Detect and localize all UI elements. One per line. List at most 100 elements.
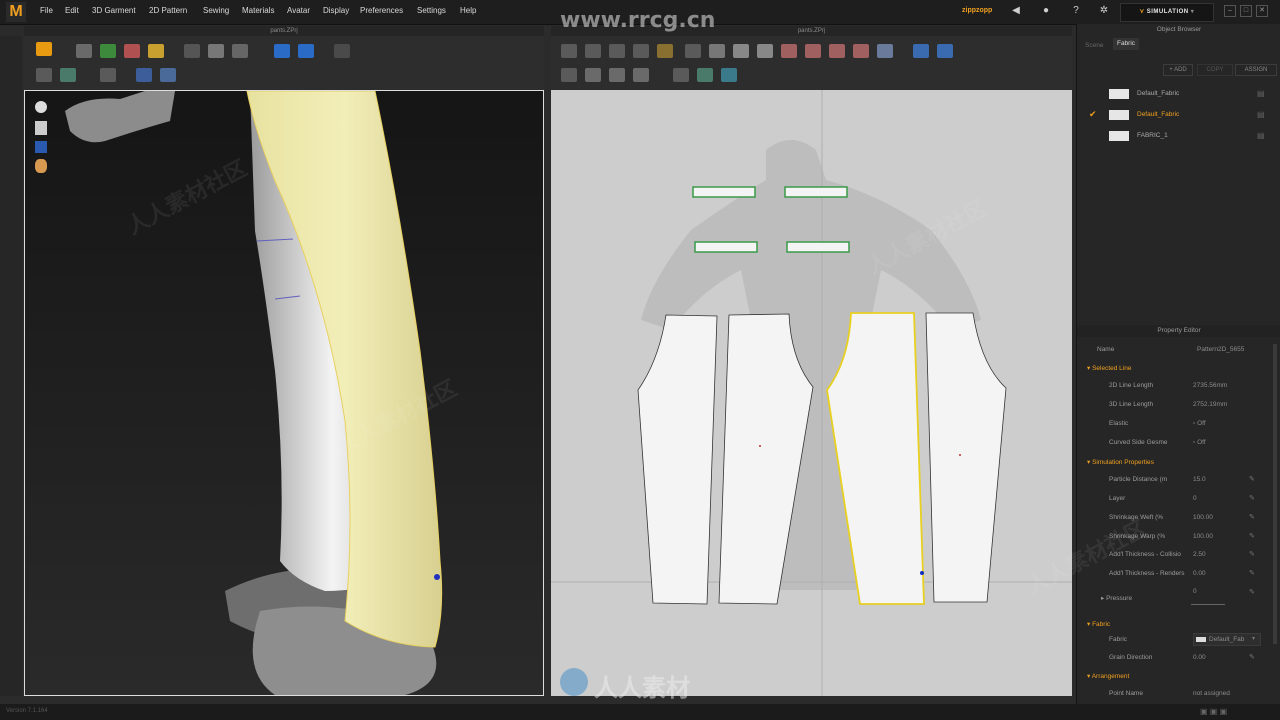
gear-icon[interactable]: ✲ bbox=[1098, 5, 1110, 17]
viewport-3d[interactable] bbox=[24, 90, 544, 696]
select-mesh-icon[interactable] bbox=[76, 44, 92, 58]
layer-value[interactable]: 0 bbox=[1193, 495, 1197, 502]
thickness-render-value[interactable]: 0.00 bbox=[1193, 570, 1206, 577]
move-garment-icon[interactable] bbox=[100, 44, 116, 58]
avatar-full-icon[interactable] bbox=[35, 121, 47, 135]
help-icon[interactable]: ? bbox=[1070, 5, 1082, 17]
square-icon[interactable] bbox=[733, 44, 749, 58]
edit-curve-icon[interactable] bbox=[609, 44, 625, 58]
maximize-button[interactable]: □ bbox=[1240, 5, 1252, 17]
point-icon[interactable] bbox=[136, 68, 152, 82]
trace-icon[interactable] bbox=[585, 68, 601, 82]
speaker-icon[interactable]: ◀ bbox=[1010, 5, 1022, 17]
dart-icon[interactable] bbox=[781, 44, 797, 58]
texture-icon[interactable] bbox=[274, 44, 290, 58]
pressure-label[interactable]: ▸ Pressure bbox=[1101, 594, 1132, 602]
fabric-select[interactable]: Default_Fab ▾ bbox=[1193, 633, 1261, 646]
name-value[interactable]: Pattern2D_5655 bbox=[1197, 346, 1244, 353]
layout-icon[interactable]: ▣ ▣ ▣ bbox=[1200, 707, 1227, 716]
simulation-properties-header[interactable]: ▾ Simulation Properties bbox=[1087, 458, 1154, 466]
line-2d-length-value[interactable]: 2735.56mm bbox=[1193, 382, 1227, 389]
menu-help[interactable]: Help bbox=[460, 6, 476, 15]
edit-icon[interactable]: ✎ bbox=[1249, 513, 1255, 521]
avatar-measure-icon[interactable] bbox=[334, 44, 350, 58]
menu-3d-garment[interactable]: 3D Garment bbox=[92, 6, 136, 15]
add-point-icon[interactable] bbox=[633, 44, 649, 58]
graphic-icon[interactable] bbox=[298, 44, 314, 58]
curved-side-value[interactable]: ▫ Off bbox=[1193, 439, 1206, 446]
thickness-collision-value[interactable]: 2.50 bbox=[1193, 551, 1206, 558]
edit-icon[interactable]: ✎ bbox=[1249, 532, 1255, 540]
simulation-mode-button[interactable]: ⋎ SIMULATION ▾ bbox=[1120, 3, 1214, 22]
elastic-value[interactable]: ▫ Off bbox=[1193, 420, 1206, 427]
point-name-value[interactable]: not assigned bbox=[1193, 690, 1230, 697]
line-3d-length-value[interactable]: 2752.19mm bbox=[1193, 401, 1227, 408]
internal-rect-icon[interactable] bbox=[805, 44, 821, 58]
measure-icon[interactable] bbox=[184, 44, 200, 58]
curve-point-icon[interactable] bbox=[657, 44, 673, 58]
fabric-menu-icon[interactable]: ▤ bbox=[1257, 89, 1265, 98]
assign-fabric-button[interactable]: ASSIGN bbox=[1235, 64, 1277, 76]
arrangement-header[interactable]: ▾ Arrangement bbox=[1087, 672, 1129, 680]
edit-icon[interactable]: ✎ bbox=[1249, 494, 1255, 502]
fold-garment-icon[interactable] bbox=[124, 44, 140, 58]
fabric-header[interactable]: ▾ Fabric bbox=[1087, 620, 1110, 628]
user-icon[interactable]: ● bbox=[1040, 5, 1052, 17]
tab-fabric[interactable]: Fabric bbox=[1113, 38, 1139, 50]
selected-point[interactable] bbox=[434, 574, 440, 580]
tape-icon[interactable] bbox=[232, 44, 248, 58]
selected-point-2d[interactable] bbox=[920, 571, 924, 575]
free-sewing-icon[interactable] bbox=[937, 44, 953, 58]
simulate-icon[interactable] bbox=[36, 42, 52, 56]
grade-icon[interactable] bbox=[673, 68, 689, 82]
skin-view-icon[interactable] bbox=[35, 159, 47, 173]
grid-icon[interactable] bbox=[60, 68, 76, 82]
polygon-icon[interactable] bbox=[685, 44, 701, 58]
viewport-2d[interactable] bbox=[551, 90, 1072, 696]
pin-icon[interactable] bbox=[148, 44, 164, 58]
fabric-menu-icon[interactable]: ▤ bbox=[1257, 131, 1265, 140]
edit-icon[interactable]: ✎ bbox=[1249, 588, 1255, 596]
internal-circle-icon[interactable] bbox=[829, 44, 845, 58]
menu-display[interactable]: Display bbox=[323, 6, 349, 15]
property-scrollbar[interactable] bbox=[1273, 344, 1277, 644]
minimize-button[interactable]: – bbox=[1224, 5, 1236, 17]
transform-icon[interactable] bbox=[36, 68, 52, 82]
brush-icon[interactable] bbox=[208, 44, 224, 58]
avatar-view-icon[interactable] bbox=[35, 101, 47, 113]
hole-icon[interactable] bbox=[853, 44, 869, 58]
pleat-icon[interactable] bbox=[633, 68, 649, 82]
arrange-icon[interactable] bbox=[100, 68, 116, 82]
baseline-icon[interactable] bbox=[721, 68, 737, 82]
offset-icon[interactable] bbox=[609, 68, 625, 82]
fabric-item[interactable]: FABRIC_1 ▤ bbox=[1077, 126, 1280, 146]
edit-pattern-icon[interactable] bbox=[585, 44, 601, 58]
add-fabric-button[interactable]: + ADD bbox=[1163, 64, 1193, 76]
edit-icon[interactable]: ✎ bbox=[1249, 475, 1255, 483]
transform-pattern-icon[interactable] bbox=[561, 44, 577, 58]
rectangle-icon[interactable] bbox=[709, 44, 725, 58]
selected-line-header[interactable]: ▾ Selected Line bbox=[1087, 364, 1131, 372]
segment-sewing-icon[interactable] bbox=[913, 44, 929, 58]
pressure-slider[interactable] bbox=[1191, 604, 1225, 605]
fabric-menu-icon[interactable]: ▤ bbox=[1257, 110, 1265, 119]
notch-icon[interactable] bbox=[877, 44, 893, 58]
copy-fabric-button[interactable]: COPY bbox=[1197, 64, 1233, 76]
menu-file[interactable]: File bbox=[40, 6, 53, 15]
layer-icon[interactable] bbox=[160, 68, 176, 82]
fabric-item[interactable]: ✔ Default_Fabric ▤ bbox=[1077, 105, 1280, 125]
shrinkage-warp-value[interactable]: 100.00 bbox=[1193, 533, 1213, 540]
edit-icon[interactable]: ✎ bbox=[1249, 569, 1255, 577]
menu-avatar[interactable]: Avatar bbox=[287, 6, 310, 15]
grain-direction-value[interactable]: 0.00 bbox=[1193, 654, 1206, 661]
close-button[interactable]: ✕ bbox=[1256, 5, 1268, 17]
particle-distance-value[interactable]: 15.0 bbox=[1193, 476, 1206, 483]
user-name[interactable]: zippzopp bbox=[962, 7, 992, 14]
unfold-icon[interactable] bbox=[561, 68, 577, 82]
grid-2d-icon[interactable] bbox=[697, 68, 713, 82]
menu-materials[interactable]: Materials bbox=[242, 6, 274, 15]
menu-edit[interactable]: Edit bbox=[65, 6, 79, 15]
menu-preferences[interactable]: Preferences bbox=[360, 6, 403, 15]
edit-icon[interactable]: ✎ bbox=[1249, 550, 1255, 558]
shrinkage-weft-value[interactable]: 100.00 bbox=[1193, 514, 1213, 521]
